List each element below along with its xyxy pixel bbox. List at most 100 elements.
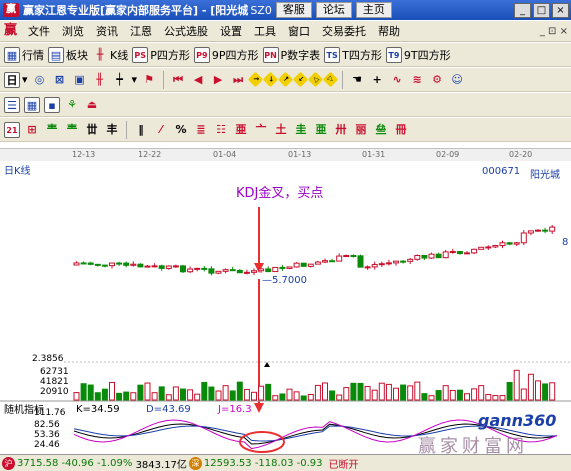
volume-bar — [414, 381, 421, 401]
window-icon[interactable]: ▣ — [72, 72, 88, 88]
menu-settings[interactable]: 设置 — [214, 23, 248, 39]
minimize-button[interactable]: _ — [514, 2, 531, 18]
candle — [180, 265, 186, 273]
spring-icon[interactable]: ≋ — [409, 72, 425, 88]
menu-browse[interactable]: 浏览 — [56, 23, 90, 39]
volume-bar — [329, 390, 336, 401]
tool-diamond-icon[interactable]: ▷ — [322, 71, 339, 88]
tool-quotes[interactable]: ▦ 行情 — [4, 46, 44, 64]
tool-diamond-icon[interactable]: ↑ — [277, 71, 294, 88]
candle — [130, 263, 137, 266]
menu-trade[interactable]: 交易委托 — [316, 23, 372, 39]
title-link-home[interactable]: 主页 — [355, 2, 392, 18]
next-icon[interactable]: ▶ — [210, 72, 226, 88]
tool-diamond-icon[interactable]: ◁ — [307, 71, 324, 88]
grid-line-icon[interactable]: ⊞ — [24, 122, 40, 138]
menu-window[interactable]: 窗口 — [282, 23, 316, 39]
fib-icon[interactable]: 丽 — [353, 122, 369, 138]
fib-icon[interactable]: 亜 — [233, 122, 249, 138]
fib-icon[interactable]: 冊 — [393, 122, 409, 138]
volume-bar — [87, 384, 94, 401]
tool-diamond-icon[interactable]: ↓ — [292, 71, 309, 88]
fib-icon[interactable]: 亜 — [313, 122, 329, 138]
volume-bar — [165, 394, 172, 401]
shanghai-icon: 沪 — [2, 456, 15, 470]
tool-diamond-icon[interactable]: ↗ — [247, 71, 264, 88]
first-icon[interactable]: ⏮ — [170, 72, 186, 88]
wave-icon[interactable]: ∿ — [389, 72, 405, 88]
last-icon[interactable]: ⏭ — [230, 72, 246, 88]
hand-icon[interactable]: ☚ — [349, 72, 365, 88]
people-icon[interactable]: ☺ — [449, 72, 465, 88]
tool-9p-square[interactable]: P9 9P四方形 — [193, 46, 259, 64]
title-link-service[interactable]: 客服 — [275, 2, 312, 18]
kline-chart-panel[interactable]: 12-13 12-22 01-04 01-13 01-31 02-09 02-2… — [0, 148, 571, 457]
tool-kline[interactable]: ╫ K线 — [92, 46, 129, 64]
tool-blocks[interactable]: ▤ 板块 — [48, 46, 88, 64]
volume-bar — [144, 382, 151, 401]
menu-file[interactable]: 文件 — [22, 23, 56, 39]
tool-9t-square[interactable]: T9 9T四方形 — [385, 46, 451, 64]
menu-stock-picker[interactable]: 公式选股 — [158, 23, 214, 39]
candle — [87, 262, 94, 265]
candle — [471, 248, 478, 254]
fib-icon[interactable]: ≣ — [193, 122, 209, 138]
tool-t-square[interactable]: TS T四方形 — [324, 46, 382, 64]
window-title: 赢家江恩专业版[赢家内部服务平台] - [阳光城 — [23, 4, 249, 17]
menu-help[interactable]: 帮助 — [372, 23, 406, 39]
fib-icon[interactable]: 亠 — [253, 122, 269, 138]
gear-icon[interactable]: ⚙ — [429, 72, 445, 88]
fib-icon[interactable]: ☷ — [213, 122, 229, 138]
fib-icon[interactable]: 卅 — [333, 122, 349, 138]
tool-p-number[interactable]: PN P数字表 — [262, 46, 320, 64]
box-icon[interactable]: ⊠ — [52, 72, 68, 88]
mdi-window-controls[interactable]: _ ⊡ × — [540, 26, 568, 37]
gann-tool-icon[interactable]: 丗 — [84, 122, 100, 138]
prev-icon[interactable]: ◀ — [190, 72, 206, 88]
volume-bar — [336, 394, 343, 401]
separator — [163, 70, 165, 89]
bar-icon[interactable]: ┿ — [112, 72, 128, 88]
percent-icon[interactable]: % — [173, 122, 189, 138]
kdj-d-value: D=43.69 — [146, 404, 191, 415]
list-icon[interactable]: ☰ — [4, 96, 20, 113]
volume-bar — [137, 384, 144, 401]
crosshair-icon[interactable]: + — [369, 72, 385, 88]
flag-icon[interactable]: ⚑ — [141, 72, 157, 88]
volume-bar — [485, 394, 492, 401]
calendar-icon[interactable]: 21 — [4, 121, 20, 138]
fib-icon[interactable]: 亝 — [373, 122, 389, 138]
menu-tools[interactable]: 工具 — [248, 23, 282, 39]
candle — [109, 262, 115, 267]
chevron-down-icon[interactable]: ▾ — [132, 73, 138, 86]
candle — [101, 264, 108, 267]
period-dropdown[interactable]: 日 ▾ — [4, 71, 28, 89]
menu-gann[interactable]: 江恩 — [124, 23, 158, 39]
fib-icon[interactable]: 土 — [273, 122, 289, 138]
exit-icon[interactable]: ⏏ — [84, 97, 100, 113]
maximize-button[interactable]: □ — [533, 2, 550, 18]
gann-tool-icon[interactable]: 龶 — [44, 122, 60, 138]
menu-info[interactable]: 资讯 — [90, 23, 124, 39]
network-icon[interactable]: ⚘ — [64, 97, 80, 113]
t9-icon: T9 — [385, 46, 402, 63]
fib-icon[interactable]: 圭 — [293, 122, 309, 138]
candle — [116, 262, 123, 265]
volume-label: 62731 — [40, 367, 69, 377]
table-icon[interactable]: ▦ — [24, 96, 40, 113]
target-icon[interactable]: ◎ — [32, 72, 48, 88]
gann-tool-icon[interactable]: 丰 — [104, 122, 120, 138]
save-icon[interactable]: ▪ — [44, 96, 60, 113]
tool-diamond-icon[interactable]: ↘ — [262, 71, 279, 88]
candle — [329, 260, 336, 263]
close-button[interactable]: × — [552, 2, 569, 18]
title-link-forum[interactable]: 论坛 — [315, 2, 352, 18]
gann-tool-icon[interactable]: 龶 — [64, 122, 80, 138]
kline-icon: ╫ — [96, 47, 104, 61]
percent-line-icon[interactable]: ⁄ — [153, 122, 169, 138]
tool-p-square[interactable]: PS P四方形 — [132, 46, 190, 64]
bars-icon[interactable]: ‖ — [133, 122, 149, 138]
volume-bar — [94, 392, 101, 401]
kdj-level: 111.76 — [34, 408, 66, 418]
candlestick-icon[interactable]: ╫ — [92, 72, 108, 88]
